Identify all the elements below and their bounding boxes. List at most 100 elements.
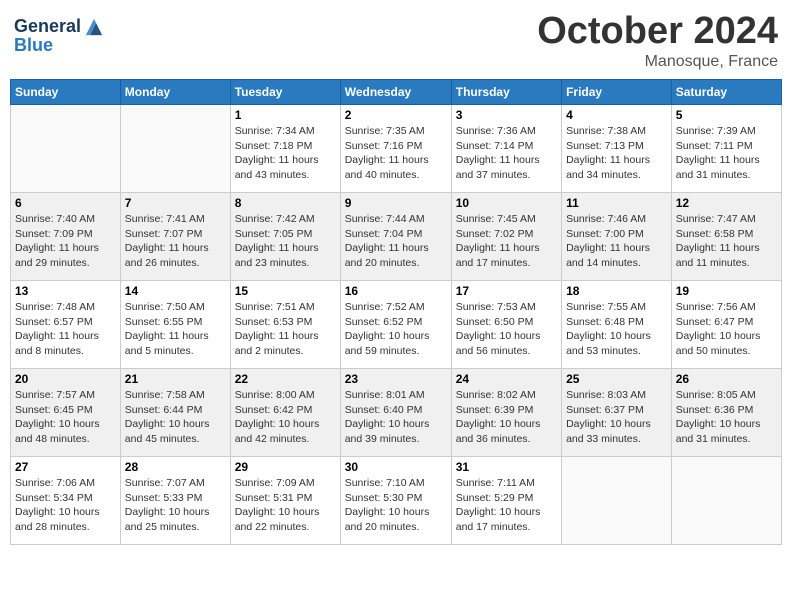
day-number: 28 <box>125 460 226 474</box>
day-number: 27 <box>15 460 116 474</box>
calendar-week-row: 27 Sunrise: 7:06 AM Sunset: 5:34 PM Dayli… <box>11 457 782 545</box>
calendar-cell: 15Sunrise: 7:51 AM Sunset: 6:53 PM Dayli… <box>230 281 340 369</box>
calendar-cell: 18 Sunrise: 7:55 AM Sunset: 6:48 PM Dayli… <box>562 281 672 369</box>
day-info: Sunrise: 7:38 AM Sunset: 7:13 PM Dayligh… <box>566 124 667 183</box>
calendar-cell <box>11 105 121 193</box>
day-info: Sunrise: 7:50 AM Sunset: 6:55 PM Dayligh… <box>125 300 226 359</box>
day-info: Sunrise: 7:42 AM Sunset: 7:05 PM Dayligh… <box>235 212 336 271</box>
day-number: 6 <box>15 196 116 210</box>
day-number: 13 <box>15 284 116 298</box>
day-number: 9 <box>345 196 447 210</box>
day-number: 31 <box>456 460 557 474</box>
calendar-cell: 4 Sunrise: 7:38 AM Sunset: 7:13 PM Daylig… <box>562 105 672 193</box>
day-number: 30 <box>345 460 447 474</box>
day-info: Sunrise: 7:52 AM Sunset: 6:52 PM Dayligh… <box>345 300 447 359</box>
day-info: Sunrise: 7:36 AM Sunset: 7:14 PM Dayligh… <box>456 124 557 183</box>
day-number: 20 <box>15 372 116 386</box>
weekday-header: Wednesday <box>340 80 451 105</box>
day-number: 7 <box>125 196 226 210</box>
day-number: 2 <box>345 108 447 122</box>
calendar-cell: 8Sunrise: 7:42 AM Sunset: 7:05 PM Daylig… <box>230 193 340 281</box>
calendar-cell: 16 Sunrise: 7:52 AM Sunset: 6:52 PM Dayli… <box>340 281 451 369</box>
month-title: October 2024 <box>537 10 778 53</box>
calendar-week-row: 13 Sunrise: 7:48 AM Sunset: 6:57 PM Dayli… <box>11 281 782 369</box>
calendar-cell: 7 Sunrise: 7:41 AM Sunset: 7:07 PM Daylig… <box>120 193 230 281</box>
day-info: Sunrise: 7:34 AM Sunset: 7:18 PM Dayligh… <box>235 124 336 183</box>
calendar-cell: 19 Sunrise: 7:56 AM Sunset: 6:47 PM Dayli… <box>671 281 781 369</box>
day-number: 22 <box>235 372 336 386</box>
weekday-header: Monday <box>120 80 230 105</box>
day-info: Sunrise: 7:46 AM Sunset: 7:00 PM Dayligh… <box>566 212 667 271</box>
day-number: 16 <box>345 284 447 298</box>
day-info: Sunrise: 7:41 AM Sunset: 7:07 PM Dayligh… <box>125 212 226 271</box>
day-number: 19 <box>676 284 777 298</box>
day-number: 21 <box>125 372 226 386</box>
calendar-cell: 29 Sunrise: 7:09 AM Sunset: 5:31 PM Dayli… <box>230 457 340 545</box>
day-info: Sunrise: 7:48 AM Sunset: 6:57 PM Dayligh… <box>15 300 116 359</box>
calendar-cell: 23 Sunrise: 8:01 AM Sunset: 6:40 PM Dayli… <box>340 369 451 457</box>
weekday-header: Sunday <box>11 80 121 105</box>
calendar-header-row: SundayMondayTuesdayWednesdayThursdayFrid… <box>11 80 782 105</box>
calendar-cell: 1Sunrise: 7:34 AM Sunset: 7:18 PM Daylig… <box>230 105 340 193</box>
calendar-cell: 3 Sunrise: 7:36 AM Sunset: 7:14 PM Daylig… <box>451 105 561 193</box>
calendar-cell: 12 Sunrise: 7:47 AM Sunset: 6:58 PM Dayli… <box>671 193 781 281</box>
day-number: 26 <box>676 372 777 386</box>
day-number: 18 <box>566 284 667 298</box>
day-number: 4 <box>566 108 667 122</box>
day-number: 23 <box>345 372 447 386</box>
calendar-cell: 9Sunrise: 7:44 AM Sunset: 7:04 PM Daylig… <box>340 193 451 281</box>
day-info: Sunrise: 7:07 AM Sunset: 5:33 PM Dayligh… <box>125 476 226 535</box>
day-info: Sunrise: 7:53 AM Sunset: 6:50 PM Dayligh… <box>456 300 557 359</box>
calendar-cell: 6 Sunrise: 7:40 AM Sunset: 7:09 PM Daylig… <box>11 193 121 281</box>
day-info: Sunrise: 8:05 AM Sunset: 6:36 PM Dayligh… <box>676 388 777 447</box>
day-info: Sunrise: 7:47 AM Sunset: 6:58 PM Dayligh… <box>676 212 777 271</box>
calendar-cell: 22Sunrise: 8:00 AM Sunset: 6:42 PM Dayli… <box>230 369 340 457</box>
day-info: Sunrise: 8:02 AM Sunset: 6:39 PM Dayligh… <box>456 388 557 447</box>
calendar-cell: 13 Sunrise: 7:48 AM Sunset: 6:57 PM Dayli… <box>11 281 121 369</box>
day-info: Sunrise: 7:10 AM Sunset: 5:30 PM Dayligh… <box>345 476 447 535</box>
day-info: Sunrise: 7:51 AM Sunset: 6:53 PM Dayligh… <box>235 300 336 359</box>
day-number: 11 <box>566 196 667 210</box>
calendar-cell: 26 Sunrise: 8:05 AM Sunset: 6:36 PM Dayli… <box>671 369 781 457</box>
day-info: Sunrise: 7:55 AM Sunset: 6:48 PM Dayligh… <box>566 300 667 359</box>
page-header: General Blue October 2024 Manosque, Fran… <box>10 10 782 71</box>
day-number: 17 <box>456 284 557 298</box>
title-block: October 2024 Manosque, France <box>537 10 778 71</box>
calendar-cell: 5Sunrise: 7:39 AM Sunset: 7:11 PM Daylig… <box>671 105 781 193</box>
day-info: Sunrise: 7:06 AM Sunset: 5:34 PM Dayligh… <box>15 476 116 535</box>
day-info: Sunrise: 7:09 AM Sunset: 5:31 PM Dayligh… <box>235 476 336 535</box>
day-number: 29 <box>235 460 336 474</box>
calendar-cell: 28 Sunrise: 7:07 AM Sunset: 5:33 PM Dayli… <box>120 457 230 545</box>
calendar-cell <box>120 105 230 193</box>
calendar-cell: 20 Sunrise: 7:57 AM Sunset: 6:45 PM Dayli… <box>11 369 121 457</box>
calendar-cell: 10 Sunrise: 7:45 AM Sunset: 7:02 PM Dayli… <box>451 193 561 281</box>
day-number: 24 <box>456 372 557 386</box>
day-info: Sunrise: 7:56 AM Sunset: 6:47 PM Dayligh… <box>676 300 777 359</box>
calendar-cell: 25 Sunrise: 8:03 AM Sunset: 6:37 PM Dayli… <box>562 369 672 457</box>
logo-icon <box>83 16 105 38</box>
calendar-cell: 11 Sunrise: 7:46 AM Sunset: 7:00 PM Dayli… <box>562 193 672 281</box>
day-info: Sunrise: 7:40 AM Sunset: 7:09 PM Dayligh… <box>15 212 116 271</box>
calendar-cell: 24 Sunrise: 8:02 AM Sunset: 6:39 PM Dayli… <box>451 369 561 457</box>
calendar-cell: 27 Sunrise: 7:06 AM Sunset: 5:34 PM Dayli… <box>11 457 121 545</box>
calendar-week-row: 6 Sunrise: 7:40 AM Sunset: 7:09 PM Daylig… <box>11 193 782 281</box>
weekday-header: Saturday <box>671 80 781 105</box>
calendar-cell: 30 Sunrise: 7:10 AM Sunset: 5:30 PM Dayli… <box>340 457 451 545</box>
location-text: Manosque, France <box>537 53 778 71</box>
day-info: Sunrise: 8:01 AM Sunset: 6:40 PM Dayligh… <box>345 388 447 447</box>
day-number: 5 <box>676 108 777 122</box>
day-info: Sunrise: 7:45 AM Sunset: 7:02 PM Dayligh… <box>456 212 557 271</box>
day-number: 12 <box>676 196 777 210</box>
calendar-table: SundayMondayTuesdayWednesdayThursdayFrid… <box>10 79 782 545</box>
day-number: 3 <box>456 108 557 122</box>
day-number: 25 <box>566 372 667 386</box>
logo: General Blue <box>14 16 105 56</box>
day-number: 10 <box>456 196 557 210</box>
calendar-cell: 17 Sunrise: 7:53 AM Sunset: 6:50 PM Dayli… <box>451 281 561 369</box>
day-info: Sunrise: 7:58 AM Sunset: 6:44 PM Dayligh… <box>125 388 226 447</box>
calendar-cell: 31Sunrise: 7:11 AM Sunset: 5:29 PM Dayli… <box>451 457 561 545</box>
calendar-week-row: 1Sunrise: 7:34 AM Sunset: 7:18 PM Daylig… <box>11 105 782 193</box>
day-info: Sunrise: 7:57 AM Sunset: 6:45 PM Dayligh… <box>15 388 116 447</box>
weekday-header: Tuesday <box>230 80 340 105</box>
day-info: Sunrise: 8:03 AM Sunset: 6:37 PM Dayligh… <box>566 388 667 447</box>
